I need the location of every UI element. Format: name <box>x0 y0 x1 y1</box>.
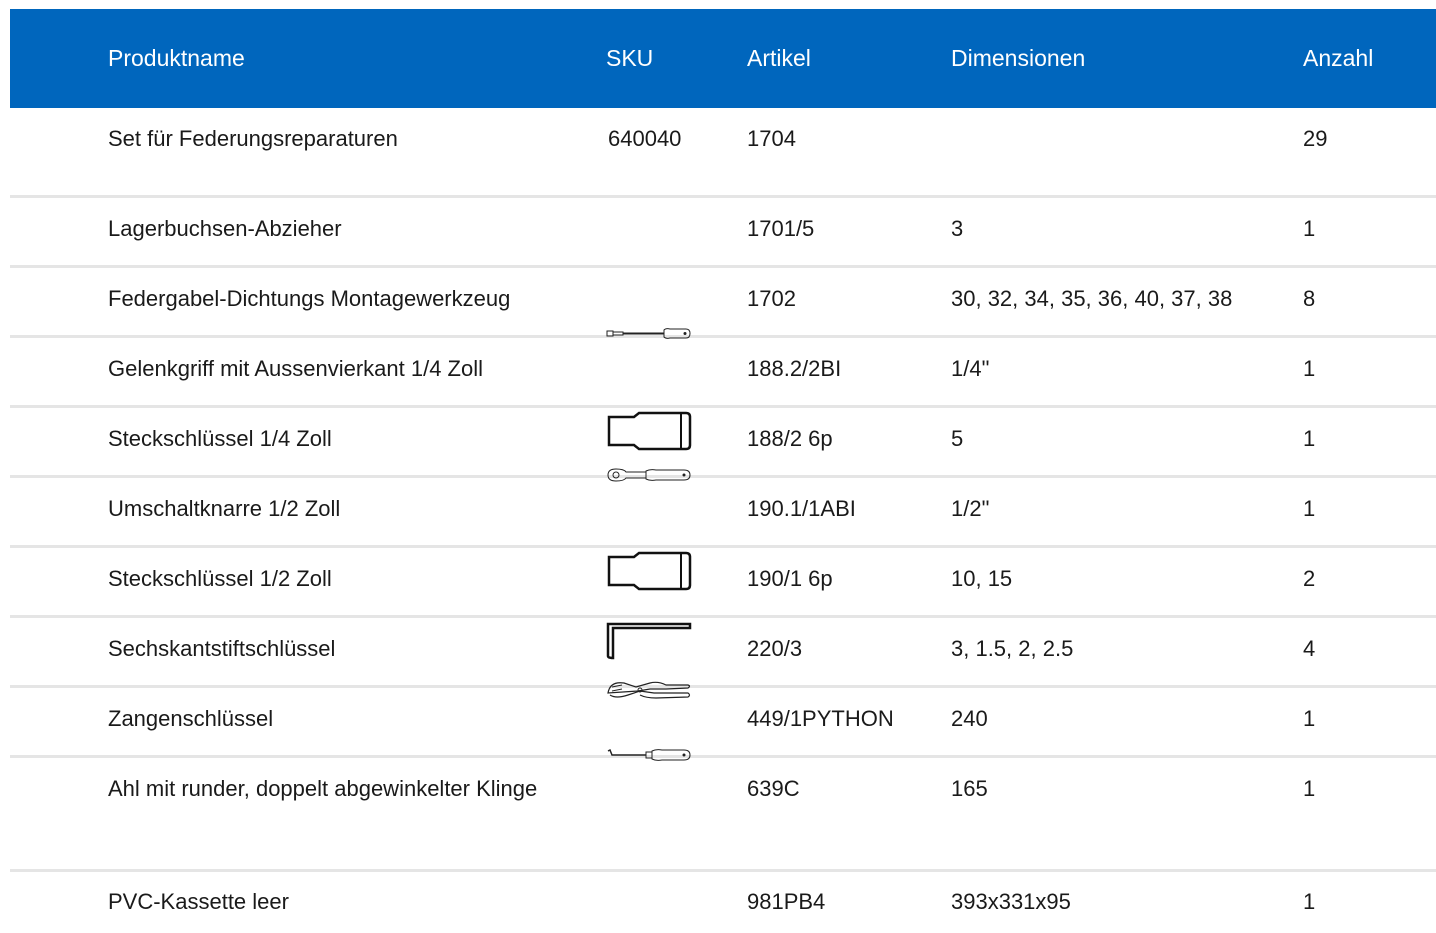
product-dimensions: 10, 15 <box>951 565 1013 591</box>
product-sku: 640040 <box>608 126 682 151</box>
product-quantity: 1 <box>1303 355 1316 381</box>
table-row: Steckschlüssel 1/4 Zoll 188/2 6p 5 1 <box>10 406 1436 476</box>
header-article[interactable]: Artikel <box>737 9 941 108</box>
product-name: Steckschlüssel 1/2 Zoll <box>108 565 332 591</box>
product-article: 981PB4 <box>747 888 826 914</box>
header-quantity[interactable]: Anzahl <box>1293 9 1436 108</box>
socket-icon <box>607 411 692 450</box>
table-row: Steckschlüssel 1/2 Zoll 190/1 6p 10, 15 … <box>10 546 1436 616</box>
awl-icon <box>607 748 691 761</box>
product-dimensions: 30, 32, 34, 35, 36, 40, 37, 38 <box>951 285 1233 311</box>
product-name: Umschaltknarre 1/2 Zoll <box>108 495 341 521</box>
table-row: Sechskantstiftschlüssel 220/3 3, 1.5, 2,… <box>10 616 1436 686</box>
table-row: Ahl mit runder, doppelt abgewinkelter Kl… <box>10 748 1436 870</box>
product-article: 1702 <box>747 285 796 311</box>
product-name: Ahl mit runder, doppelt abgewinkelter Kl… <box>108 775 538 801</box>
product-quantity: 8 <box>1303 285 1316 311</box>
product-name: PVC-Kassette leer <box>108 888 289 914</box>
product-quantity: 1 <box>1303 425 1316 451</box>
hex-key-icon <box>606 622 692 659</box>
product-sku <box>596 196 737 266</box>
product-name: Sechskantstiftschlüssel <box>108 635 336 661</box>
product-dimensions: 3, 1.5, 2, 2.5 <box>951 635 1074 661</box>
table-row: Federgabel-Dichtungs Montagewerkzeug 170… <box>10 266 1436 336</box>
product-image <box>596 748 737 870</box>
product-article: 639C <box>747 775 800 801</box>
product-name: Federgabel-Dichtungs Montagewerkzeug <box>108 285 511 311</box>
table-row: Umschaltknarre 1/2 Zoll 190.1/1ABI 1/2" … <box>10 467 1436 546</box>
table-row: Zangenschlüssel 449/1PYTHON 240 1 <box>10 681 1436 756</box>
table-body: Set für Federungsreparaturen 640040 1704… <box>10 108 1436 930</box>
header-dimensions[interactable]: Dimensionen <box>941 9 1293 108</box>
product-article: 220/3 <box>747 635 803 661</box>
pliers-wrench-icon <box>607 681 691 699</box>
product-article: 188.2/2BI <box>747 355 842 381</box>
table-header: Produktname SKU Artikel Dimensionen Anza… <box>10 9 1436 108</box>
header-row: Produktname SKU Artikel Dimensionen Anza… <box>10 9 1436 108</box>
product-image <box>596 681 737 756</box>
product-name: Gelenkgriff mit Aussenvierkant 1/4 Zoll <box>108 355 483 381</box>
product-article: 1701/5 <box>747 215 815 241</box>
product-quantity: 1 <box>1303 705 1316 731</box>
table-row: Lagerbuchsen-Abzieher 1701/5 3 1 <box>10 196 1436 266</box>
product-article: 190.1/1ABI <box>747 495 856 521</box>
product-dimensions: 393x331x95 <box>951 888 1071 914</box>
product-sku <box>596 870 737 930</box>
product-article: 1704 <box>747 126 796 151</box>
product-dimensions: 3 <box>951 215 964 241</box>
parts-table-container: Produktname SKU Artikel Dimensionen Anza… <box>10 9 1436 930</box>
ratchet-icon <box>607 467 691 482</box>
product-name: Set für Federungsreparaturen <box>108 126 398 151</box>
product-quantity: 4 <box>1303 635 1316 661</box>
product-dimensions: 240 <box>951 705 988 731</box>
product-quantity: 29 <box>1303 126 1328 151</box>
product-image <box>596 327 737 406</box>
product-name: Zangenschlüssel <box>108 705 274 731</box>
product-article: 449/1PYTHON <box>747 705 894 731</box>
product-image <box>596 546 737 616</box>
parts-table: Produktname SKU Artikel Dimensionen Anza… <box>10 9 1436 930</box>
product-dimensions: 1/4" <box>951 355 990 381</box>
product-image <box>596 616 737 686</box>
header-spacer <box>10 9 98 108</box>
product-sku <box>596 266 737 336</box>
product-dimensions <box>941 108 1293 196</box>
product-name: Lagerbuchsen-Abzieher <box>108 215 342 241</box>
table-row: PVC-Kassette leer 981PB4 393x331x95 1 <box>10 870 1436 930</box>
hinge-handle-icon <box>606 327 691 339</box>
product-quantity: 1 <box>1303 775 1316 801</box>
product-quantity: 1 <box>1303 215 1316 241</box>
product-article: 190/1 6p <box>747 565 833 591</box>
product-quantity: 1 <box>1303 495 1316 521</box>
product-article: 188/2 6p <box>747 425 833 451</box>
product-dimensions: 165 <box>951 775 988 801</box>
product-quantity: 1 <box>1303 888 1316 914</box>
product-image <box>596 406 737 476</box>
socket-icon <box>607 551 692 590</box>
header-sku[interactable]: SKU <box>596 9 737 108</box>
product-dimensions: 1/2" <box>951 495 990 521</box>
table-row: Gelenkgriff mit Aussenvierkant 1/4 Zoll … <box>10 327 1436 406</box>
header-name[interactable]: Produktname <box>98 9 596 108</box>
product-name: Steckschlüssel 1/4 Zoll <box>108 425 332 451</box>
product-dimensions: 5 <box>951 425 964 451</box>
product-image <box>596 467 737 546</box>
product-quantity: 2 <box>1303 565 1316 591</box>
table-row: Set für Federungsreparaturen 640040 1704… <box>10 108 1436 196</box>
